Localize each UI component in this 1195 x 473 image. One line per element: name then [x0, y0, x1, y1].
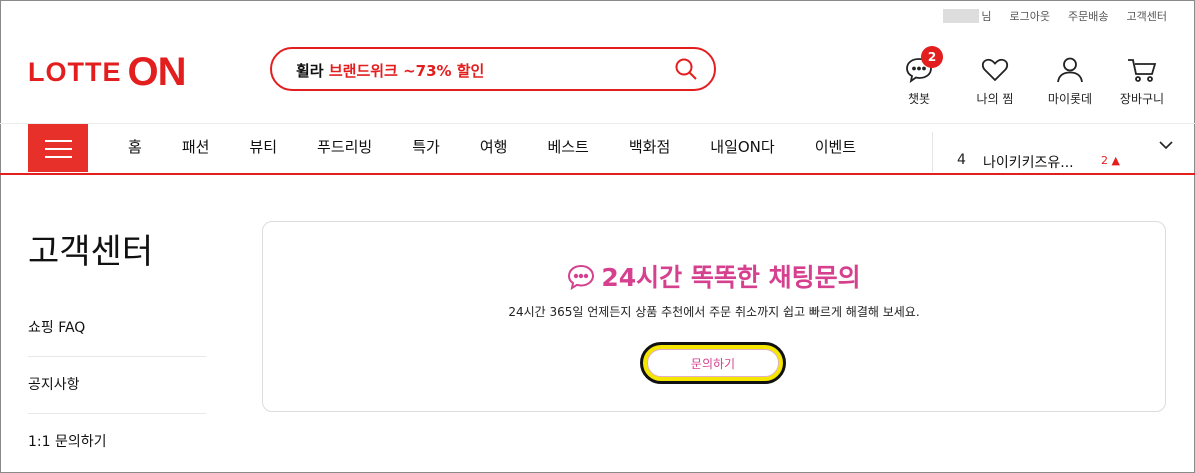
- hamburger-icon-line: [45, 156, 72, 158]
- keyword-rank-change: 2 ▲: [1101, 154, 1120, 167]
- sidebar-item-notice[interactable]: 공지사항: [28, 357, 206, 414]
- sidebar-item-inquiry[interactable]: 1:1 문의하기: [28, 414, 206, 470]
- nav-item-fashion[interactable]: 패션: [162, 136, 230, 157]
- logout-link[interactable]: 로그아웃: [1010, 8, 1050, 24]
- cart-label: 장바구니: [1119, 92, 1165, 106]
- nav-item-special-deals[interactable]: 특가: [392, 136, 460, 157]
- mylotte-label: 마이롯데: [1047, 92, 1093, 106]
- nav-item-food-living[interactable]: 푸드리빙: [297, 136, 392, 157]
- nav-underline: [0, 173, 1195, 175]
- nav-item-event[interactable]: 이벤트: [795, 136, 876, 157]
- hamburger-icon-line: [45, 140, 72, 142]
- category-menu-button[interactable]: [28, 124, 88, 172]
- wishlist-label: 나의 찜: [976, 92, 1014, 106]
- search-query-highlight: 브랜드위크 ~73% 할인: [328, 62, 485, 80]
- chatbot-badge: 2: [921, 46, 943, 68]
- sidebar-menu: 쇼핑 FAQ 공지사항 1:1 문의하기: [28, 300, 206, 470]
- inquiry-button-label[interactable]: 문의하기: [647, 349, 779, 377]
- chevron-down-icon[interactable]: [1159, 140, 1173, 150]
- customer-center-link[interactable]: 고객센터: [1127, 8, 1167, 24]
- nav-item-beauty[interactable]: 뷰티: [229, 136, 297, 157]
- hamburger-icon-line: [45, 148, 72, 150]
- search-icon[interactable]: [674, 57, 698, 81]
- chat-inquiry-title: 24시간 똑똑한 채팅문의: [601, 263, 861, 292]
- keyword-rank: 4: [957, 152, 966, 168]
- chat-dots-icon: [568, 264, 595, 291]
- mylotte-button[interactable]: 마이롯데: [1040, 56, 1100, 107]
- search-input[interactable]: 휠라 브랜드위크 ~73% 할인: [296, 60, 484, 81]
- nav-item-best[interactable]: 베스트: [527, 136, 608, 157]
- sidebar-item-faq[interactable]: 쇼핑 FAQ: [28, 300, 206, 357]
- popular-keyword-ticker[interactable]: 4 나이키키즈유... 2 ▲: [932, 132, 1183, 172]
- utility-bar: 님 로그아웃 주문배송 고객센터: [943, 8, 1167, 24]
- chat-inquiry-description: 24시간 365일 언제든지 상품 추천에서 주문 취소까지 쉽고 빠르게 해결…: [508, 305, 920, 319]
- person-icon: [1057, 57, 1083, 83]
- heart-icon: [981, 58, 1009, 82]
- page-title: 고객센터: [28, 232, 154, 272]
- chat-inquiry-panel: 24시간 똑똑한 채팅문의 24시간 365일 언제든지 상품 추천에서 주문 …: [262, 221, 1166, 412]
- nav-item-naeil-on[interactable]: 내일ON다: [690, 136, 794, 157]
- chatbot-label: 챗봇: [907, 92, 931, 106]
- inquiry-button[interactable]: 문의하기: [640, 342, 786, 384]
- order-delivery-link[interactable]: 주문배송: [1068, 8, 1108, 24]
- search-bar[interactable]: 휠라 브랜드위크 ~73% 할인: [270, 47, 716, 91]
- keyword-text[interactable]: 나이키키즈유...: [983, 152, 1074, 172]
- nav-item-travel[interactable]: 여행: [460, 136, 528, 157]
- nav-item-department-store[interactable]: 백화점: [609, 136, 690, 157]
- user-name-masked: [943, 9, 980, 23]
- cart-button[interactable]: 장바구니: [1114, 56, 1170, 107]
- search-query-prefix: 휠라: [296, 62, 324, 80]
- wishlist-button[interactable]: 나의 찜: [970, 56, 1020, 107]
- user-greeting[interactable]: 님: [943, 8, 992, 24]
- lotteon-logo[interactable]: LOTTE ON: [28, 50, 187, 94]
- cart-icon: [1128, 59, 1157, 82]
- logo-on-text: ON: [127, 50, 187, 94]
- nav-item-home[interactable]: 홈: [108, 136, 162, 157]
- user-suffix: 님: [981, 10, 992, 23]
- nav-divider: [0, 123, 1195, 124]
- logo-lotte-text: LOTTE: [28, 56, 122, 87]
- chat-inquiry-heading: 24시간 똑똑한 채팅문의: [263, 258, 1165, 294]
- main-nav: 홈 패션 뷰티 푸드리빙 특가 여행 베스트 백화점 내일ON다 이벤트: [108, 136, 876, 157]
